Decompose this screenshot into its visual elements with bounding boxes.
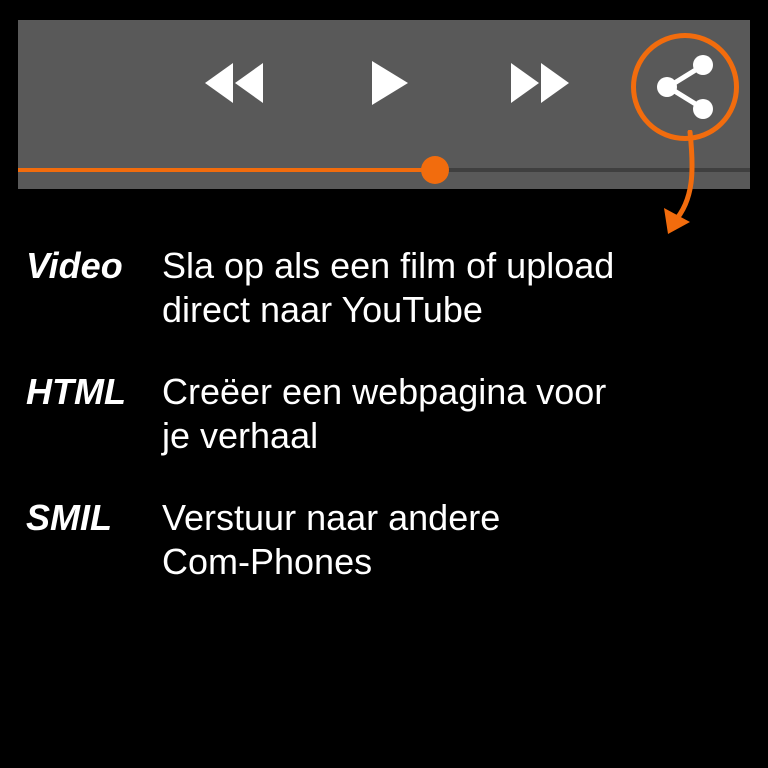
legend-item-video: Video Sla op als een film of upload dire… [26, 244, 726, 332]
legend-item-html: HTML Creëer een webpagina voor je verhaa… [26, 370, 726, 458]
play-icon [372, 61, 408, 105]
fast-forward-button[interactable] [508, 60, 572, 106]
share-highlight [631, 33, 739, 141]
legend-description-line: Verstuur naar andere [162, 497, 501, 538]
legend-description: Verstuur naar andere Com-Phones [162, 496, 682, 584]
progress-fill [18, 168, 436, 172]
rewind-button[interactable] [202, 60, 266, 106]
progress-thumb[interactable] [421, 156, 450, 184]
legend-description: Sla op als een film of upload direct naa… [162, 244, 682, 332]
fast-forward-icon [511, 63, 569, 103]
export-options-legend: Video Sla op als een film of upload dire… [26, 244, 726, 622]
legend-description-line: Sla op als een film of upload [162, 245, 615, 286]
share-button[interactable] [649, 51, 721, 123]
media-player-bar [18, 20, 750, 189]
legend-term: SMIL [26, 497, 112, 538]
legend-description-line: je verhaal [162, 415, 319, 456]
share-icon [657, 55, 713, 119]
page: Video Sla op als een film of upload dire… [0, 0, 768, 768]
rewind-icon [205, 63, 263, 103]
progress-bar[interactable] [18, 156, 750, 184]
legend-term: Video [26, 245, 123, 286]
play-button[interactable] [368, 60, 412, 106]
legend-description-line: direct naar YouTube [162, 289, 483, 330]
legend-term: HTML [26, 371, 126, 412]
legend-description-line: Creëer een webpagina voor [162, 371, 607, 412]
legend-item-smil: SMIL Verstuur naar andere Com-Phones [26, 496, 726, 584]
legend-description: Creëer een webpagina voor je verhaal [162, 370, 682, 458]
legend-description-line: Com-Phones [162, 541, 373, 582]
